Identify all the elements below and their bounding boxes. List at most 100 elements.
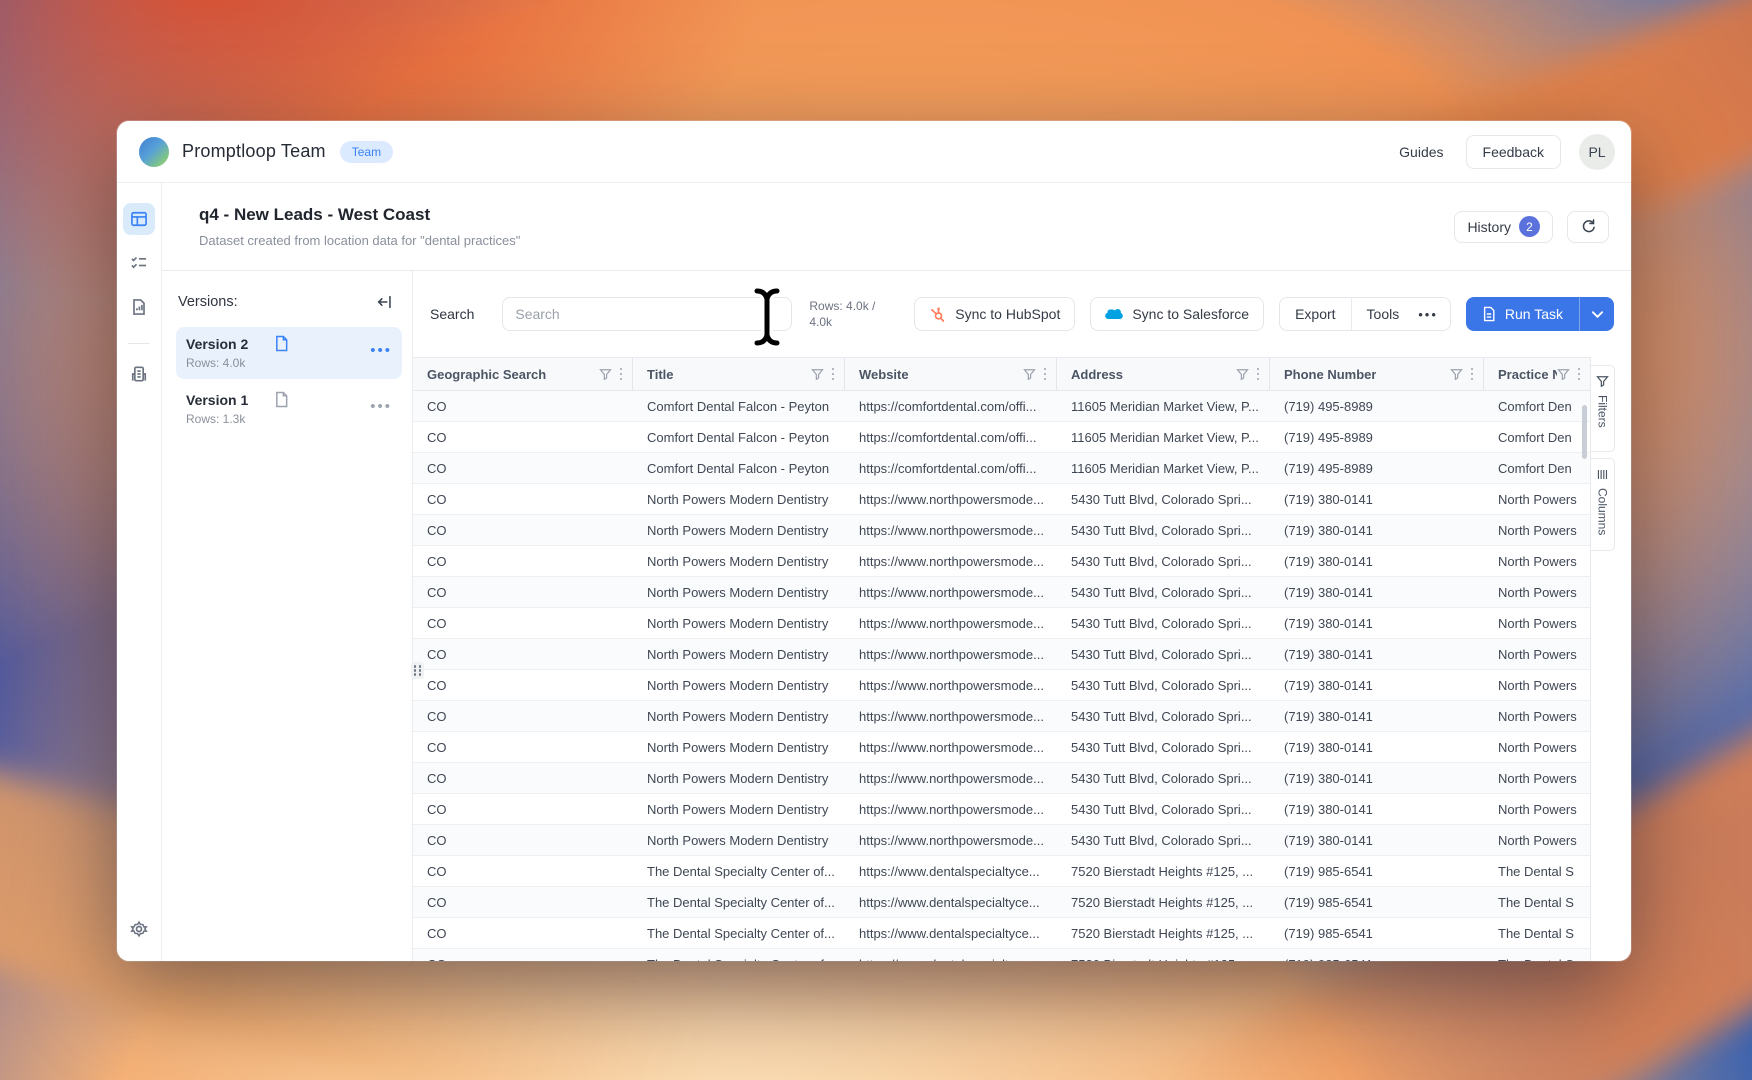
table-cell[interactable]: 5430 Tutt Blvd, Colorado Spri...: [1057, 701, 1270, 731]
table-cell[interactable]: https://www.northpowersmode...: [845, 546, 1057, 576]
settings-button[interactable]: [123, 913, 155, 945]
table-row[interactable]: CONorth Powers Modern Dentistryhttps://w…: [413, 763, 1590, 794]
table-cell[interactable]: https://comfortdental.com/offi...: [845, 422, 1057, 452]
table-cell[interactable]: 5430 Tutt Blvd, Colorado Spri...: [1057, 484, 1270, 514]
table-cell[interactable]: The Dental Specialty Center of...: [633, 887, 845, 917]
table-cell[interactable]: (719) 495-8989: [1270, 391, 1484, 421]
table-row[interactable]: COThe Dental Specialty Center of...https…: [413, 949, 1590, 961]
table-cell[interactable]: 5430 Tutt Blvd, Colorado Spri...: [1057, 794, 1270, 824]
table-cell[interactable]: CO: [413, 794, 633, 824]
sidebar-item-tasks[interactable]: [123, 247, 155, 279]
column-menu-icon[interactable]: [832, 368, 835, 381]
sidebar-item-reports[interactable]: [123, 291, 155, 323]
table-cell[interactable]: CO: [413, 515, 633, 545]
table-cell[interactable]: (719) 380-0141: [1270, 608, 1484, 638]
table-cell[interactable]: The Dental Specialty Center of...: [633, 918, 845, 948]
table-cell[interactable]: North Powers: [1484, 639, 1590, 669]
table-cell[interactable]: 5430 Tutt Blvd, Colorado Spri...: [1057, 639, 1270, 669]
table-cell[interactable]: (719) 380-0141: [1270, 639, 1484, 669]
table-cell[interactable]: Comfort Den: [1484, 391, 1590, 421]
table-cell[interactable]: The Dental S: [1484, 949, 1590, 961]
table-cell[interactable]: https://www.dentalspecialtyce...: [845, 918, 1057, 948]
table-cell[interactable]: CO: [413, 918, 633, 948]
table-cell[interactable]: (719) 985-6541: [1270, 949, 1484, 961]
table-cell[interactable]: The Dental S: [1484, 856, 1590, 886]
vertical-scrollbar[interactable]: [1582, 405, 1587, 459]
table-cell[interactable]: (719) 380-0141: [1270, 794, 1484, 824]
tab-columns[interactable]: Columns: [1590, 458, 1615, 551]
table-cell[interactable]: The Dental Specialty Center of...: [633, 856, 845, 886]
table-cell[interactable]: North Powers: [1484, 794, 1590, 824]
column-menu-icon[interactable]: [1471, 368, 1474, 381]
user-avatar[interactable]: PL: [1579, 134, 1615, 170]
table-row[interactable]: CONorth Powers Modern Dentistryhttps://w…: [413, 546, 1590, 577]
table-cell[interactable]: 5430 Tutt Blvd, Colorado Spri...: [1057, 515, 1270, 545]
table-cell[interactable]: https://www.northpowersmode...: [845, 825, 1057, 855]
table-cell[interactable]: The Dental S: [1484, 918, 1590, 948]
table-row[interactable]: COComfort Dental Falcon - Peytonhttps://…: [413, 422, 1590, 453]
table-row[interactable]: COThe Dental Specialty Center of...https…: [413, 887, 1590, 918]
table-row[interactable]: CONorth Powers Modern Dentistryhttps://w…: [413, 639, 1590, 670]
table-row[interactable]: CONorth Powers Modern Dentistryhttps://w…: [413, 825, 1590, 856]
table-cell[interactable]: https://comfortdental.com/offi...: [845, 453, 1057, 483]
table-row[interactable]: CONorth Powers Modern Dentistryhttps://w…: [413, 701, 1590, 732]
table-cell[interactable]: https://comfortdental.com/offi...: [845, 391, 1057, 421]
table-cell[interactable]: 5430 Tutt Blvd, Colorado Spri...: [1057, 732, 1270, 762]
table-cell[interactable]: CO: [413, 577, 633, 607]
sync-hubspot-button[interactable]: Sync to HubSpot: [914, 297, 1075, 331]
table-row[interactable]: CONorth Powers Modern Dentistryhttps://w…: [413, 670, 1590, 701]
table-cell[interactable]: 7520 Bierstadt Heights #125, ...: [1057, 949, 1270, 961]
table-row[interactable]: COThe Dental Specialty Center of...https…: [413, 918, 1590, 949]
table-cell[interactable]: North Powers Modern Dentistry: [633, 763, 845, 793]
run-task-dropdown[interactable]: [1580, 297, 1614, 331]
table-cell[interactable]: North Powers Modern Dentistry: [633, 515, 845, 545]
table-row[interactable]: CONorth Powers Modern Dentistryhttps://w…: [413, 484, 1590, 515]
table-cell[interactable]: 7520 Bierstadt Heights #125, ...: [1057, 887, 1270, 917]
table-cell[interactable]: North Powers: [1484, 825, 1590, 855]
table-cell[interactable]: CO: [413, 670, 633, 700]
column-menu-icon[interactable]: [620, 368, 623, 381]
table-cell[interactable]: https://www.dentalspecialtyce...: [845, 949, 1057, 961]
feedback-button[interactable]: Feedback: [1466, 135, 1561, 169]
table-cell[interactable]: https://www.dentalspecialtyce...: [845, 887, 1057, 917]
table-cell[interactable]: Comfort Dental Falcon - Peyton: [633, 422, 845, 452]
table-cell[interactable]: https://www.northpowersmode...: [845, 608, 1057, 638]
table-cell[interactable]: CO: [413, 949, 633, 961]
collapse-panel-icon[interactable]: [376, 293, 394, 311]
table-cell[interactable]: North Powers Modern Dentistry: [633, 608, 845, 638]
table-cell[interactable]: North Powers: [1484, 670, 1590, 700]
table-cell[interactable]: (719) 380-0141: [1270, 701, 1484, 731]
table-cell[interactable]: (719) 380-0141: [1270, 577, 1484, 607]
filter-funnel-icon[interactable]: [1450, 368, 1463, 381]
table-cell[interactable]: https://www.northpowersmode...: [845, 484, 1057, 514]
table-cell[interactable]: CO: [413, 608, 633, 638]
table-cell[interactable]: CO: [413, 453, 633, 483]
table-cell[interactable]: (719) 495-8989: [1270, 422, 1484, 452]
table-cell[interactable]: North Powers Modern Dentistry: [633, 546, 845, 576]
table-cell[interactable]: North Powers: [1484, 608, 1590, 638]
table-cell[interactable]: Comfort Den: [1484, 422, 1590, 452]
table-cell[interactable]: CO: [413, 391, 633, 421]
column-header-title[interactable]: Title: [633, 358, 845, 390]
table-cell[interactable]: 5430 Tutt Blvd, Colorado Spri...: [1057, 825, 1270, 855]
table-cell[interactable]: (719) 380-0141: [1270, 732, 1484, 762]
column-header-practice-name[interactable]: Practice Name: [1484, 358, 1590, 390]
table-cell[interactable]: 5430 Tutt Blvd, Colorado Spri...: [1057, 546, 1270, 576]
table-cell[interactable]: https://www.northpowersmode...: [845, 794, 1057, 824]
table-row[interactable]: COComfort Dental Falcon - Peytonhttps://…: [413, 391, 1590, 422]
version-item-2[interactable]: Version 2 Rows: 4.0k •••: [176, 327, 402, 379]
table-row[interactable]: COThe Dental Specialty Center of...https…: [413, 856, 1590, 887]
table-cell[interactable]: CO: [413, 763, 633, 793]
row-drag-handle[interactable]: [411, 662, 424, 679]
table-cell[interactable]: 5430 Tutt Blvd, Colorado Spri...: [1057, 763, 1270, 793]
table-cell[interactable]: CO: [413, 639, 633, 669]
table-cell[interactable]: 7520 Bierstadt Heights #125, ...: [1057, 856, 1270, 886]
table-cell[interactable]: CO: [413, 825, 633, 855]
table-cell[interactable]: North Powers: [1484, 484, 1590, 514]
tools-button[interactable]: Tools: [1352, 298, 1415, 330]
table-cell[interactable]: CO: [413, 732, 633, 762]
table-cell[interactable]: CO: [413, 422, 633, 452]
table-row[interactable]: COComfort Dental Falcon - Peytonhttps://…: [413, 453, 1590, 484]
table-cell[interactable]: 5430 Tutt Blvd, Colorado Spri...: [1057, 670, 1270, 700]
table-cell[interactable]: 5430 Tutt Blvd, Colorado Spri...: [1057, 577, 1270, 607]
